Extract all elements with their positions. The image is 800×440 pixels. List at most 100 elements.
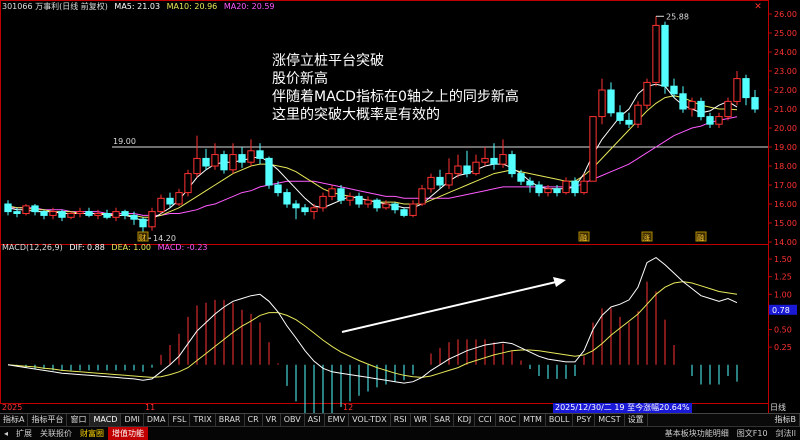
indicator-tab-b[interactable]: 指标B	[772, 414, 800, 426]
candle-body	[644, 82, 650, 105]
candle-body	[50, 212, 56, 216]
ma20-label: MA20: 20.59	[224, 2, 275, 11]
symbol-title[interactable]: 301066 万事利(日线 前复权)	[2, 2, 108, 11]
timeframe-label[interactable]: 日线	[770, 403, 786, 413]
status-sword[interactable]: 剑法ll	[772, 427, 800, 440]
indicator-tab-macd[interactable]: MACD	[90, 414, 121, 426]
candle-body	[635, 105, 641, 124]
candle-body	[356, 196, 362, 204]
indicator-tab-mtm[interactable]: MTM	[520, 414, 546, 426]
trend-arrow-shaft	[342, 282, 556, 332]
status-wealth-circle[interactable]: 财富圈	[76, 427, 108, 440]
candle-body	[374, 200, 380, 208]
candle-body	[482, 158, 488, 162]
candle-body	[329, 189, 335, 197]
indicator-tab-asi[interactable]: ASI	[305, 414, 325, 426]
macd-tick-label: 1.00	[774, 290, 792, 299]
candle-body	[185, 174, 191, 193]
indicator-tab-dmi[interactable]: DMI	[121, 414, 143, 426]
date-month-12: 12	[343, 403, 353, 413]
indicator-tab-vr[interactable]: VR	[263, 414, 281, 426]
candle-body	[509, 155, 515, 174]
price-tick-label: 17.00	[774, 181, 797, 190]
status-f10[interactable]: 图文F10	[733, 427, 772, 440]
candle-body	[284, 193, 290, 204]
indicator-tab-rsi[interactable]: RSI	[391, 414, 411, 426]
indicator-tab-窗口[interactable]: 窗口	[67, 414, 90, 426]
low-label: 14.20	[153, 234, 176, 243]
ma5-label: MA5: 21.03	[114, 2, 160, 11]
close-x-icon[interactable]: ✕	[753, 2, 763, 12]
candle-body	[59, 212, 65, 218]
tab-spacer	[648, 414, 772, 426]
price-tick-label: 22.00	[774, 86, 797, 95]
candle-body	[5, 204, 11, 212]
indicator-tab-trix[interactable]: TRIX	[190, 414, 215, 426]
candle-body	[266, 158, 272, 185]
candle-body	[203, 158, 209, 166]
status-related-quotes[interactable]: 关联报价	[36, 427, 76, 440]
candle-body	[725, 101, 731, 116]
macd-tick-label: 0.25	[774, 343, 792, 352]
candle-body	[536, 185, 542, 193]
candle-body	[365, 200, 371, 204]
indicator-tab-设置[interactable]: 设置	[625, 414, 648, 426]
candle-body	[581, 181, 587, 192]
tag-margin-2: 融	[697, 233, 704, 242]
candle-body	[41, 212, 47, 216]
candle-body	[86, 212, 92, 216]
candle-body	[464, 166, 470, 174]
candle-body	[554, 189, 560, 193]
indicator-tab-roc[interactable]: ROC	[496, 414, 520, 426]
indicator-tab-kdj[interactable]: KDJ	[454, 414, 475, 426]
indicator-tab-fsl[interactable]: FSL	[169, 414, 190, 426]
candle-body	[32, 206, 38, 212]
candle-body	[311, 208, 317, 212]
status-sector-detail[interactable]: 基本板块功能明细	[661, 427, 733, 440]
candle-body	[275, 185, 281, 193]
candle-body	[167, 198, 173, 204]
candle-body	[293, 204, 299, 208]
macd-legend: MACD(12,26,9) DIF: 0.88 DEA: 1.00 MACD: …	[2, 243, 212, 253]
indicator-tab-sar[interactable]: SAR	[431, 414, 454, 426]
indicator-tab-指标平台[interactable]: 指标平台	[28, 414, 67, 426]
price-axis: 26.0025.0024.0023.0022.0021.0020.0019.00…	[768, 10, 797, 247]
candle-body	[491, 158, 497, 164]
candle-body	[608, 90, 614, 113]
tag-margin-1: 融	[580, 233, 587, 242]
indicator-tab-psy[interactable]: PSY	[573, 414, 595, 426]
indicator-tab-dma[interactable]: DMA	[144, 414, 170, 426]
indicator-tab-brar[interactable]: BRAR	[216, 414, 245, 426]
trend-arrow	[342, 277, 566, 332]
price-tick-label: 14.00	[774, 238, 797, 247]
candle-body	[194, 158, 200, 173]
status-value-added[interactable]: 增值功能	[108, 427, 148, 440]
indicator-tab-wr[interactable]: WR	[411, 414, 431, 426]
candle-body	[347, 196, 353, 200]
indicator-tab-vol-tdx[interactable]: VOL-TDX	[349, 414, 391, 426]
indicator-tab-cci[interactable]: CCI	[475, 414, 496, 426]
price-tick-label: 21.00	[774, 105, 797, 114]
indicator-tab-obv[interactable]: OBV	[281, 414, 305, 426]
indicator-tab-cr[interactable]: CR	[245, 414, 263, 426]
candle-body	[392, 204, 398, 210]
candle-body	[428, 177, 434, 188]
expand-icon[interactable]: ◂	[0, 427, 12, 440]
indicator-tab-boll[interactable]: BOLL	[546, 414, 574, 426]
indicator-tab-mcst[interactable]: MCST	[595, 414, 624, 426]
candle-body	[320, 196, 326, 207]
indicator-tab-emv[interactable]: EMV	[325, 414, 349, 426]
macd-title[interactable]: MACD(12,26,9)	[2, 243, 63, 252]
candle-body	[500, 155, 506, 165]
candle-body	[437, 177, 443, 185]
candle-body	[617, 113, 623, 121]
candle-body	[410, 204, 416, 215]
candle-body	[590, 117, 596, 182]
high-label: 25.88	[666, 12, 689, 21]
annotation-line-3: 伴随着MACD指标在0轴之上的同步新高	[272, 88, 519, 106]
candle-body	[221, 155, 227, 170]
candle-body	[257, 151, 263, 159]
indicator-tab-指标a[interactable]: 指标A	[0, 414, 28, 426]
date-axis: 2025 11 12 2025/12/30/二 19 至今涨幅20.64% 日线	[0, 403, 800, 413]
status-extend[interactable]: 扩展	[12, 427, 36, 440]
